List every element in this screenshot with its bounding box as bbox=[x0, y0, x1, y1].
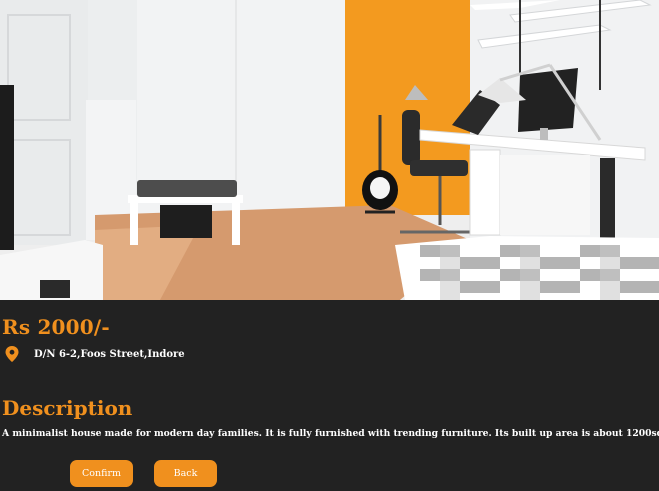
listing-address: D/N 6-2,Foos Street,Indore bbox=[34, 348, 185, 360]
back-button[interactable]: Back bbox=[154, 460, 217, 487]
description-text: A minimalist house made for modern day f… bbox=[2, 428, 659, 439]
map-pin-icon bbox=[5, 346, 19, 362]
confirm-button[interactable]: Confirm bbox=[70, 460, 133, 487]
listing-photo bbox=[0, 0, 659, 300]
address-row: D/N 6-2,Foos Street,Indore bbox=[5, 345, 185, 363]
listing-price: Rs 2000/- bbox=[2, 315, 110, 339]
description-heading: Description bbox=[2, 396, 133, 420]
